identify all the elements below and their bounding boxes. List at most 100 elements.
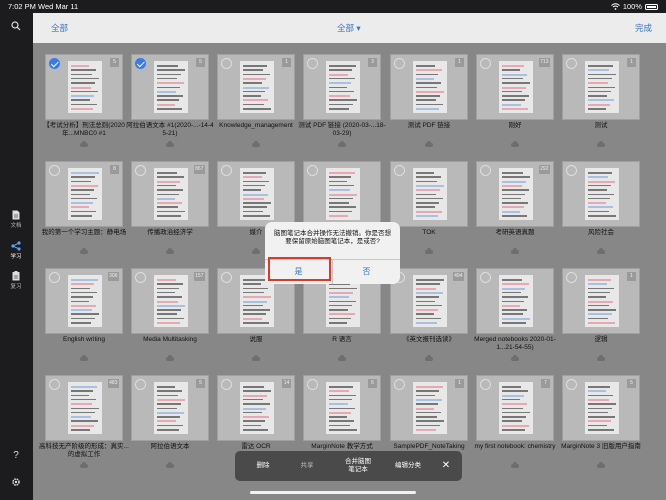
select-checkbox[interactable] [49,272,60,283]
select-checkbox[interactable] [566,165,577,176]
select-checkbox[interactable] [566,272,577,283]
thumbnail-line [502,95,529,97]
thumbnail-line [243,394,267,397]
notebook-card[interactable]: 5 MarginNote 3 旧版用户指南 [561,375,641,475]
notebook-title: 刚好 [508,122,522,129]
cloud-icon [166,141,174,147]
select-checkbox[interactable] [49,58,60,69]
notebook-card[interactable]: 1 逻辑 [562,268,640,368]
notebook-thumbnail: 8 [45,161,123,227]
sidebar-item-documents[interactable]: 文档 [0,210,32,229]
notebook-card[interactable]: 风险社会 [562,161,640,261]
thumbnail-line [157,202,182,205]
notebook-card[interactable]: 5 阿拉伯语文本 #1(2020-...-14-45-21) [126,54,214,154]
notebook-card[interactable]: 1 测试 [562,54,640,154]
select-checkbox[interactable] [307,379,318,390]
select-checkbox[interactable] [135,58,146,69]
notebook-thumbnail: 1 [562,268,640,334]
thumbnail-line [157,300,178,303]
select-checkbox[interactable] [480,165,491,176]
notebook-card[interactable]: 8 我的第一个学习主题：静电场 [42,161,126,261]
select-checkbox[interactable] [480,379,491,390]
share-button[interactable]: 共享 [287,451,327,481]
thumbnail-line [416,300,435,302]
notebook-card[interactable]: 157 Media Multitasking [131,268,209,368]
thumbnail-line [243,108,271,110]
thumbnail-line [588,429,614,431]
merge-button[interactable]: 合并脑图 笔记本 [335,451,381,481]
sidebar-item-label: 文档 [10,223,22,229]
help-button[interactable]: ? [0,450,32,461]
select-checkbox[interactable] [480,272,491,283]
select-checkbox[interactable] [135,165,146,176]
notebook-card[interactable]: 292 考研英语真题 [476,161,554,261]
notebook-card[interactable]: 867 传播政治经济学 [131,161,209,261]
notebook-card[interactable]: 1 测试 PDF 链接 [390,54,468,154]
search-button[interactable] [0,21,32,32]
notebook-thumbnail: 306 [45,268,123,334]
thumbnail-line [71,424,94,427]
thumbnail-line [157,99,179,101]
settings-button[interactable] [0,477,32,488]
notebook-card[interactable]: 7 my first notebook: chemistry [475,375,555,475]
notebook-card[interactable]: 483 高科技无产阶级的形成：真实...的虚拟工作 [39,375,129,475]
thumbnail-line [502,65,524,67]
notebook-card[interactable]: TOK [390,161,468,261]
filter-dropdown[interactable]: 全部 ▾ [337,22,361,34]
notebook-card[interactable]: 713 刚好 [476,54,554,154]
select-checkbox[interactable] [221,272,232,283]
thumbnail-line [502,193,525,195]
cloud-icon [338,141,346,147]
thumbnail-line [243,69,263,71]
select-checkbox[interactable] [49,165,60,176]
select-checkbox[interactable] [49,379,60,390]
thumbnail-line [416,313,434,315]
no-button[interactable]: 否 [333,260,400,284]
thumbnail-line [243,90,265,93]
notebook-card[interactable]: 1 Knowledge_management [217,54,295,154]
notebook-title: my first notebook: chemistry [474,443,556,450]
notebook-card[interactable]: 3 测试 PDF 链接 (2020-03-...18-03-29) [298,54,386,154]
select-checkbox[interactable] [480,58,491,69]
cloud-icon [597,355,605,361]
select-checkbox[interactable] [394,379,405,390]
notebook-card[interactable]: 5 阿拉伯语文本 [131,375,209,475]
sidebar-item-learn[interactable]: 学习 [0,241,32,260]
thumbnail-line [329,176,351,178]
select-checkbox[interactable] [394,165,405,176]
page-count-badge: 1 [455,379,464,388]
sidebar-item-review[interactable]: 复习 [0,271,32,290]
thumbnail-line [588,300,613,303]
select-all-button[interactable]: 全部 [51,22,68,34]
select-checkbox[interactable] [307,165,318,176]
select-checkbox[interactable] [221,165,232,176]
select-checkbox[interactable] [566,58,577,69]
thumbnail-line [71,197,97,200]
delete-button[interactable]: 删除 [243,451,283,481]
select-checkbox[interactable] [221,58,232,69]
thumbnail-line [329,296,349,299]
thumbnail-line [157,180,180,183]
thumbnail-line [416,317,441,320]
notebook-card[interactable]: 5 【考试分析】刑法总则(2020年...MNBC0 #1 [43,54,125,154]
close-button[interactable]: ✕ [435,451,457,481]
thumbnail-line [502,215,527,217]
thumbnail-line [502,283,529,286]
thumbnail-line [502,189,529,191]
notebook-card[interactable]: 494 《英文报刊选读》 [390,268,468,368]
thumbnail-line [157,398,185,401]
edit-category-button[interactable]: 编辑分类 [387,451,429,481]
thumbnail-line [71,95,94,98]
done-button[interactable]: 完成 [635,22,652,34]
select-checkbox[interactable] [135,272,146,283]
notebook-card[interactable]: 306 English writing [45,268,123,368]
select-checkbox[interactable] [566,379,577,390]
thumbnail-page [499,168,533,220]
thumbnail-line [329,86,347,88]
thumbnail-line [588,317,608,320]
select-checkbox[interactable] [135,379,146,390]
notebook-card[interactable]: Merged notebooks 2020-01-1...21-54-55) [474,268,556,368]
select-checkbox[interactable] [221,379,232,390]
select-checkbox[interactable] [307,58,318,69]
select-checkbox[interactable] [394,58,405,69]
